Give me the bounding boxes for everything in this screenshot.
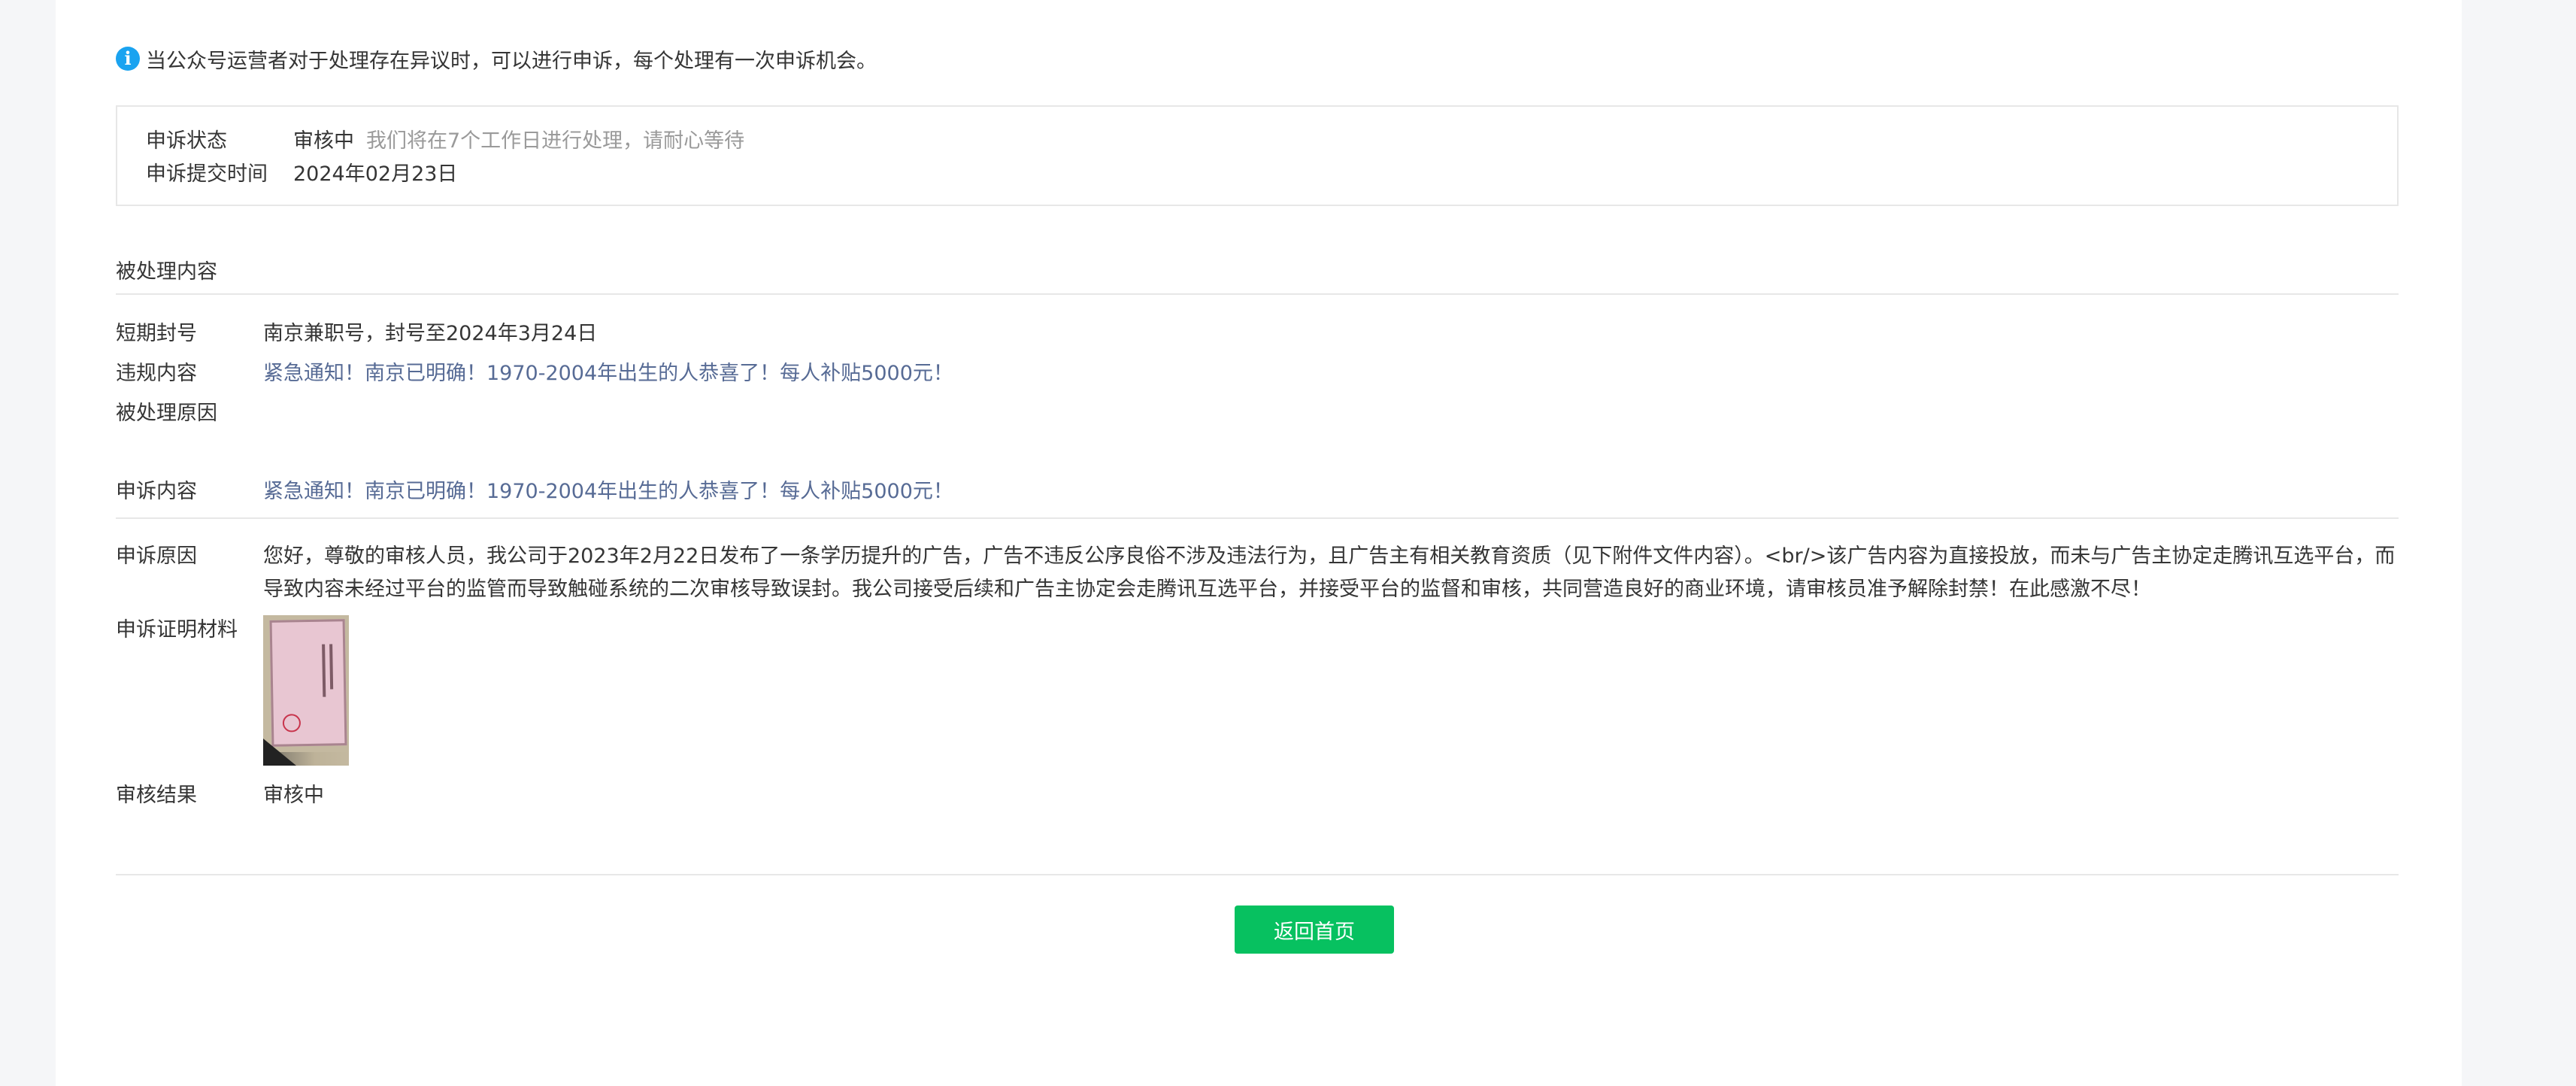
certificate-text-line	[322, 644, 326, 697]
appeal-time-row: 申诉提交时间 2024年02月23日	[146, 155, 457, 188]
certificate-image	[269, 619, 347, 747]
appeal-content-label: 申诉内容	[116, 480, 197, 503]
appeal-content-row: 申诉内容 紧急通知！南京已明确！1970-2004年出生的人恭喜了！每人补贴50…	[116, 475, 2399, 508]
processed-reason-label: 被处理原因	[116, 402, 217, 425]
appeal-reason-row: 申诉原因 您好，尊敬的审核人员，我公司于2023年2月22日发布了一条学历提升的…	[116, 540, 2399, 606]
violation-label: 违规内容	[116, 362, 197, 385]
processed-section-title: 被处理内容	[116, 259, 217, 284]
appeal-status-box: 申诉状态 审核中 我们将在7个工作日进行处理，请耐心等待 申诉提交时间 2024…	[116, 105, 2399, 206]
info-icon: i	[116, 47, 140, 71]
review-result-value: 审核中	[263, 784, 324, 807]
appeal-status-row: 申诉状态 审核中 我们将在7个工作日进行处理，请耐心等待	[146, 122, 744, 155]
processed-reason-row: 被处理原因	[116, 397, 2399, 430]
appeal-reason-label: 申诉原因	[116, 545, 197, 568]
footer-divider	[116, 874, 2399, 875]
thumbnail-corner	[263, 739, 296, 766]
ban-label: 短期封号	[116, 322, 197, 345]
appeal-reason-value: 您好，尊敬的审核人员，我公司于2023年2月22日发布了一条学历提升的广告，广告…	[263, 545, 2396, 601]
certificate-seal-icon	[282, 714, 302, 733]
appeal-detail-page: i 当公众号运营者对于处理存在异议时，可以进行申诉，每个处理有一次申诉机会。 申…	[56, 0, 2462, 1086]
appeal-status-label: 申诉状态	[146, 129, 227, 153]
appeal-tip: i 当公众号运营者对于处理存在异议时，可以进行申诉，每个处理有一次申诉机会。	[116, 42, 877, 75]
ban-row: 短期封号 南京兼职号，封号至2024年3月24日	[116, 317, 2399, 350]
review-result-row: 审核结果 审核中	[116, 779, 2399, 812]
appeal-proof-label: 申诉证明材料	[116, 618, 238, 642]
appeal-proof-list	[263, 614, 2399, 766]
violation-content-link[interactable]: 紧急通知！南京已明确！1970-2004年出生的人恭喜了！每人补贴5000元！	[263, 357, 2399, 390]
appeal-time-label: 申诉提交时间	[146, 162, 268, 186]
certificate-text-line	[329, 644, 334, 690]
appeal-divider	[116, 517, 2399, 519]
appeal-content-link[interactable]: 紧急通知！南京已明确！1970-2004年出生的人恭喜了！每人补贴5000元！	[263, 475, 2399, 508]
proof-image-thumbnail[interactable]	[263, 615, 349, 766]
appeal-time-value: 2024年02月23日	[293, 162, 458, 186]
appeal-status-value: 审核中	[293, 129, 354, 153]
review-result-label: 审核结果	[116, 784, 197, 807]
ban-value: 南京兼职号，封号至2024年3月24日	[263, 322, 598, 345]
appeal-proof-row: 申诉证明材料	[116, 614, 2399, 766]
violation-row: 违规内容 紧急通知！南京已明确！1970-2004年出生的人恭喜了！每人补贴50…	[116, 357, 2399, 390]
appeal-tip-text: 当公众号运营者对于处理存在异议时，可以进行申诉，每个处理有一次申诉机会。	[146, 49, 877, 73]
processed-reason-value	[263, 397, 2399, 430]
processed-divider	[116, 293, 2399, 295]
back-home-button[interactable]: 返回首页	[1235, 906, 1394, 954]
appeal-status-hint: 我们将在7个工作日进行处理，请耐心等待	[366, 129, 745, 153]
